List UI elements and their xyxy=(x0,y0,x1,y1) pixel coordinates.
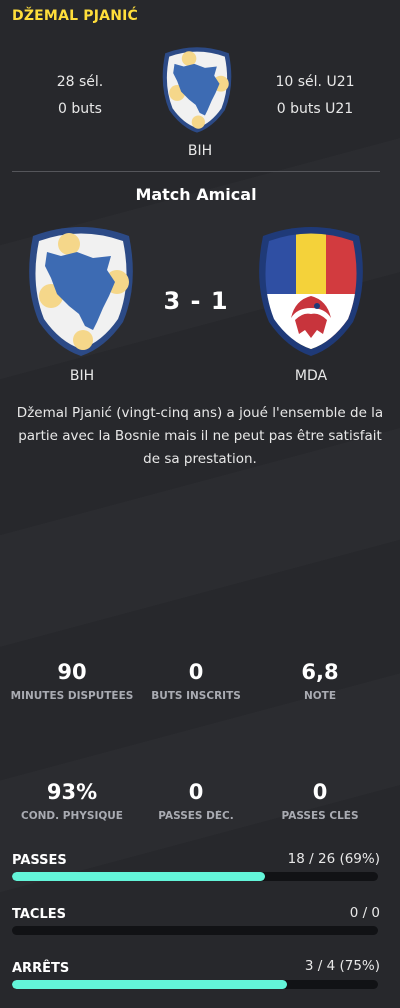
key-passes-label: PASSES CLÉS xyxy=(281,810,359,822)
match-score: 3 - 1 xyxy=(163,287,229,315)
saves-title: ARRÊTS xyxy=(12,961,70,976)
mda-crest-icon[interactable] xyxy=(250,222,372,358)
rating-value: 6,8 xyxy=(301,660,339,684)
away-team-code: MDA xyxy=(294,368,328,384)
passes-title: PASSES xyxy=(12,853,67,868)
tackles-title: TACLES xyxy=(12,907,66,922)
senior-goals: 0 buts xyxy=(58,101,102,117)
rating-label: NOTE xyxy=(303,690,337,702)
country-code: BIH xyxy=(187,143,213,159)
fitness-label: COND. PHYSIQUE xyxy=(21,810,123,822)
key-passes-value: 0 xyxy=(312,780,328,804)
bih-crest-small-icon[interactable] xyxy=(157,44,237,134)
divider xyxy=(12,171,380,172)
senior-caps: 28 sél. xyxy=(56,74,104,90)
u21-caps: 10 sél. U21 xyxy=(275,74,355,90)
saves-bar-fill xyxy=(12,980,287,989)
u21-goals: 0 buts U21 xyxy=(276,101,354,117)
passes-value: 18 / 26 (69%) xyxy=(287,851,380,867)
tackles-bar xyxy=(12,926,378,935)
home-team-code: BIH xyxy=(69,368,95,384)
minutes-value: 90 xyxy=(57,660,87,684)
match-summary: Džemal Pjanić (vingt-cinq ans) a joué l'… xyxy=(16,405,384,467)
player-name[interactable]: DŽEMAL PJANIĆ xyxy=(12,8,138,24)
goals-value: 0 xyxy=(188,660,204,684)
saves-value: 3 / 4 (75%) xyxy=(304,958,380,974)
goals-label: BUTS INSCRITS xyxy=(151,690,241,702)
bih-crest-icon[interactable] xyxy=(20,222,142,358)
assists-value: 0 xyxy=(188,780,204,804)
passes-bar-fill xyxy=(12,872,265,881)
tackles-value: 0 / 0 xyxy=(349,905,380,921)
minutes-label: MINUTES DISPUTÉES xyxy=(10,690,134,702)
saves-bar xyxy=(12,980,378,989)
passes-bar xyxy=(12,872,378,881)
match-title: Match Amical xyxy=(135,185,257,204)
fitness-value: 93% xyxy=(46,780,98,804)
assists-label: PASSES DÉC. xyxy=(158,810,234,822)
